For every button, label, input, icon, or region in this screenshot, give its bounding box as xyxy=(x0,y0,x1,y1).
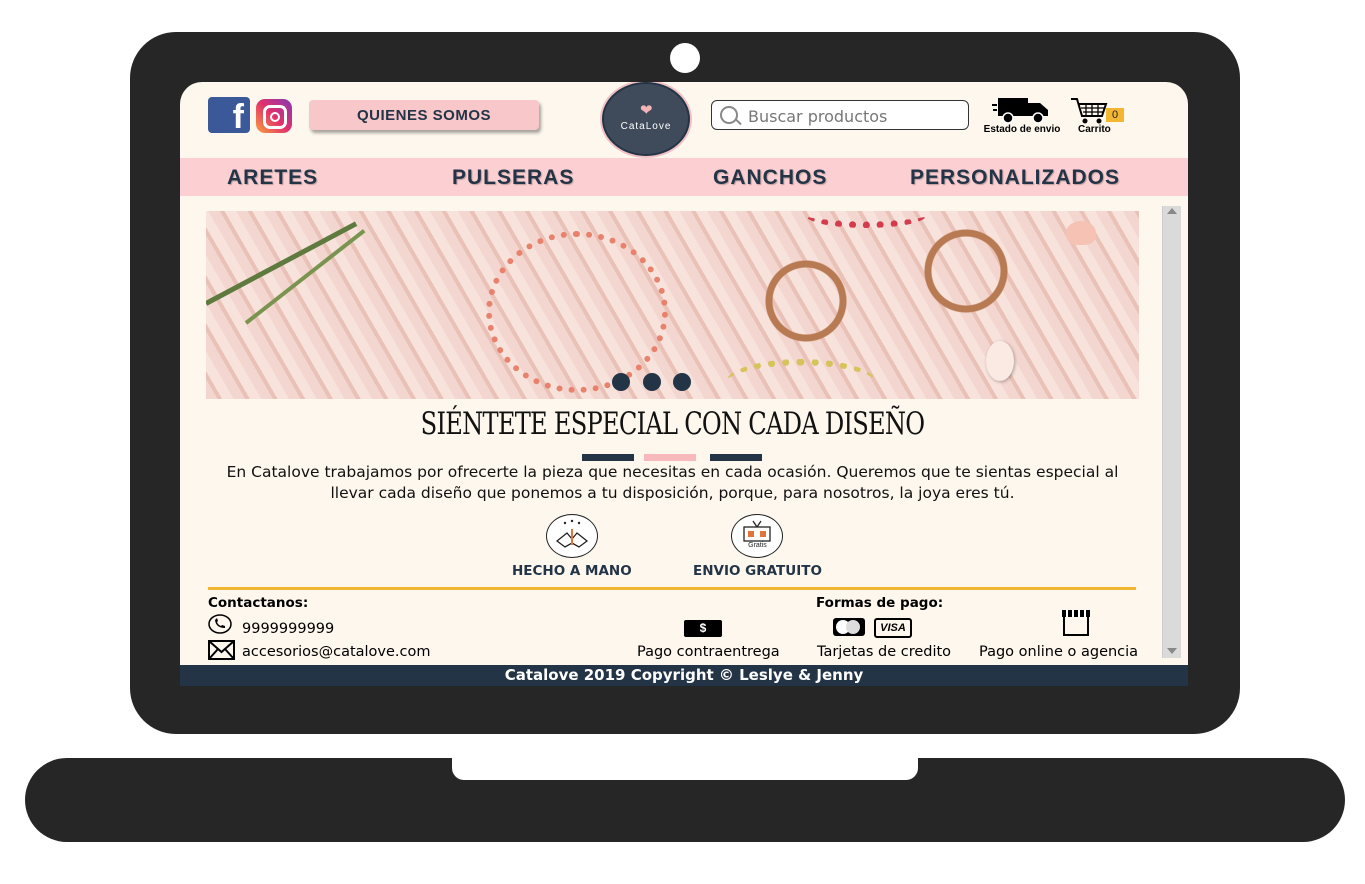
feature-label: ENVIO GRATUITO xyxy=(693,563,822,579)
footer-divider xyxy=(208,587,1136,590)
about-paragraph: En Catalove trabajamos por ofrecerte la … xyxy=(226,463,1119,502)
store-icon xyxy=(1062,610,1090,636)
payment-card-label: Tarjetas de credito xyxy=(817,644,952,660)
payment-store-label: Pago online o agencia xyxy=(979,644,1139,660)
cart-icon xyxy=(1071,98,1108,124)
mastercard-icon xyxy=(833,618,865,636)
feature-free-shipping: Gratis ENVIO GRATUITO xyxy=(693,514,822,579)
laptop-camera xyxy=(670,43,700,73)
logo-text: CataLove xyxy=(620,121,672,132)
page-scrollbar[interactable] xyxy=(1162,206,1181,658)
website-screen: f QUIENES SOMOS ❤ CataLove Estado de env… xyxy=(180,82,1188,686)
hero-carousel-image xyxy=(206,211,1139,399)
payment-title: Formas de pago: xyxy=(816,595,944,611)
truck-icon xyxy=(992,98,1048,124)
heart-hand-icon: ❤ xyxy=(640,102,653,119)
shell xyxy=(986,341,1014,381)
cart-label: Carrito xyxy=(1078,124,1111,135)
carousel-dot-3[interactable] xyxy=(673,373,691,391)
copyright-bar: Catalove 2019 Copyright © Leslye & Jenny xyxy=(180,665,1188,686)
scroll-down-arrow-icon[interactable] xyxy=(1167,648,1177,654)
email-icon xyxy=(208,640,235,660)
free-shipping-icon: Gratis xyxy=(731,514,784,558)
nav-item-pulseras[interactable]: PULSERAS xyxy=(452,166,574,190)
shipping-status-button[interactable]: Estado de envio xyxy=(982,96,1062,138)
nav-item-ganchos[interactable]: GANCHOS xyxy=(713,166,827,190)
instagram-icon[interactable] xyxy=(256,99,292,133)
header: f QUIENES SOMOS ❤ CataLove Estado de env… xyxy=(180,82,1188,158)
slogan-heading: SIÉNTETE ESPECIAL CON CADA DISEÑO xyxy=(420,406,925,442)
nav-item-personalizados[interactable]: PERSONALIZADOS xyxy=(910,166,1120,190)
free-badge-text: Gratis xyxy=(748,542,767,549)
shipping-status-label: Estado de envio xyxy=(983,124,1061,135)
divider-bar xyxy=(710,454,762,461)
cart-button[interactable]: 0 Carrito xyxy=(1070,96,1130,138)
search-input[interactable] xyxy=(746,104,965,128)
handmade-icon xyxy=(545,514,598,558)
feature-handmade: HECHO A MANO xyxy=(512,514,632,579)
carousel-indicators xyxy=(612,373,702,393)
contact-email[interactable]: accesorios@catalove.com xyxy=(242,644,431,660)
carousel-dot-2[interactable] xyxy=(643,373,661,391)
bead-bracelet xyxy=(806,211,926,228)
visa-icon: VISA xyxy=(874,618,912,638)
phone-icon xyxy=(208,614,232,634)
nav-item-aretes[interactable]: ARETES xyxy=(227,166,318,190)
contact-title: Contactanos: xyxy=(208,595,309,611)
category-nav: ARETES PULSERAS GANCHOS PERSONALIZADOS xyxy=(180,158,1188,196)
divider-bar xyxy=(644,454,696,461)
bead-bracelet xyxy=(486,231,668,393)
scroll-up-arrow-icon[interactable] xyxy=(1167,208,1177,214)
laptop-notch xyxy=(452,758,918,780)
flower-stem xyxy=(244,229,366,325)
bead-bracelet xyxy=(726,359,876,399)
shell xyxy=(1066,221,1096,245)
contact-phone[interactable]: 9999999999 xyxy=(242,621,334,637)
cash-icon: $ xyxy=(684,620,722,637)
cart-count-badge: 0 xyxy=(1106,108,1124,122)
facebook-icon[interactable]: f xyxy=(208,97,250,133)
carousel-dot-1[interactable] xyxy=(612,373,630,391)
feature-label: HECHO A MANO xyxy=(512,563,632,579)
about-us-button[interactable]: QUIENES SOMOS xyxy=(309,100,539,130)
payment-cash-label: Pago contraentrega xyxy=(637,644,780,660)
search-icon[interactable] xyxy=(720,106,738,124)
search-box[interactable] xyxy=(711,100,969,130)
divider-bar xyxy=(582,454,634,461)
catalove-logo[interactable]: ❤ CataLove xyxy=(602,82,690,156)
